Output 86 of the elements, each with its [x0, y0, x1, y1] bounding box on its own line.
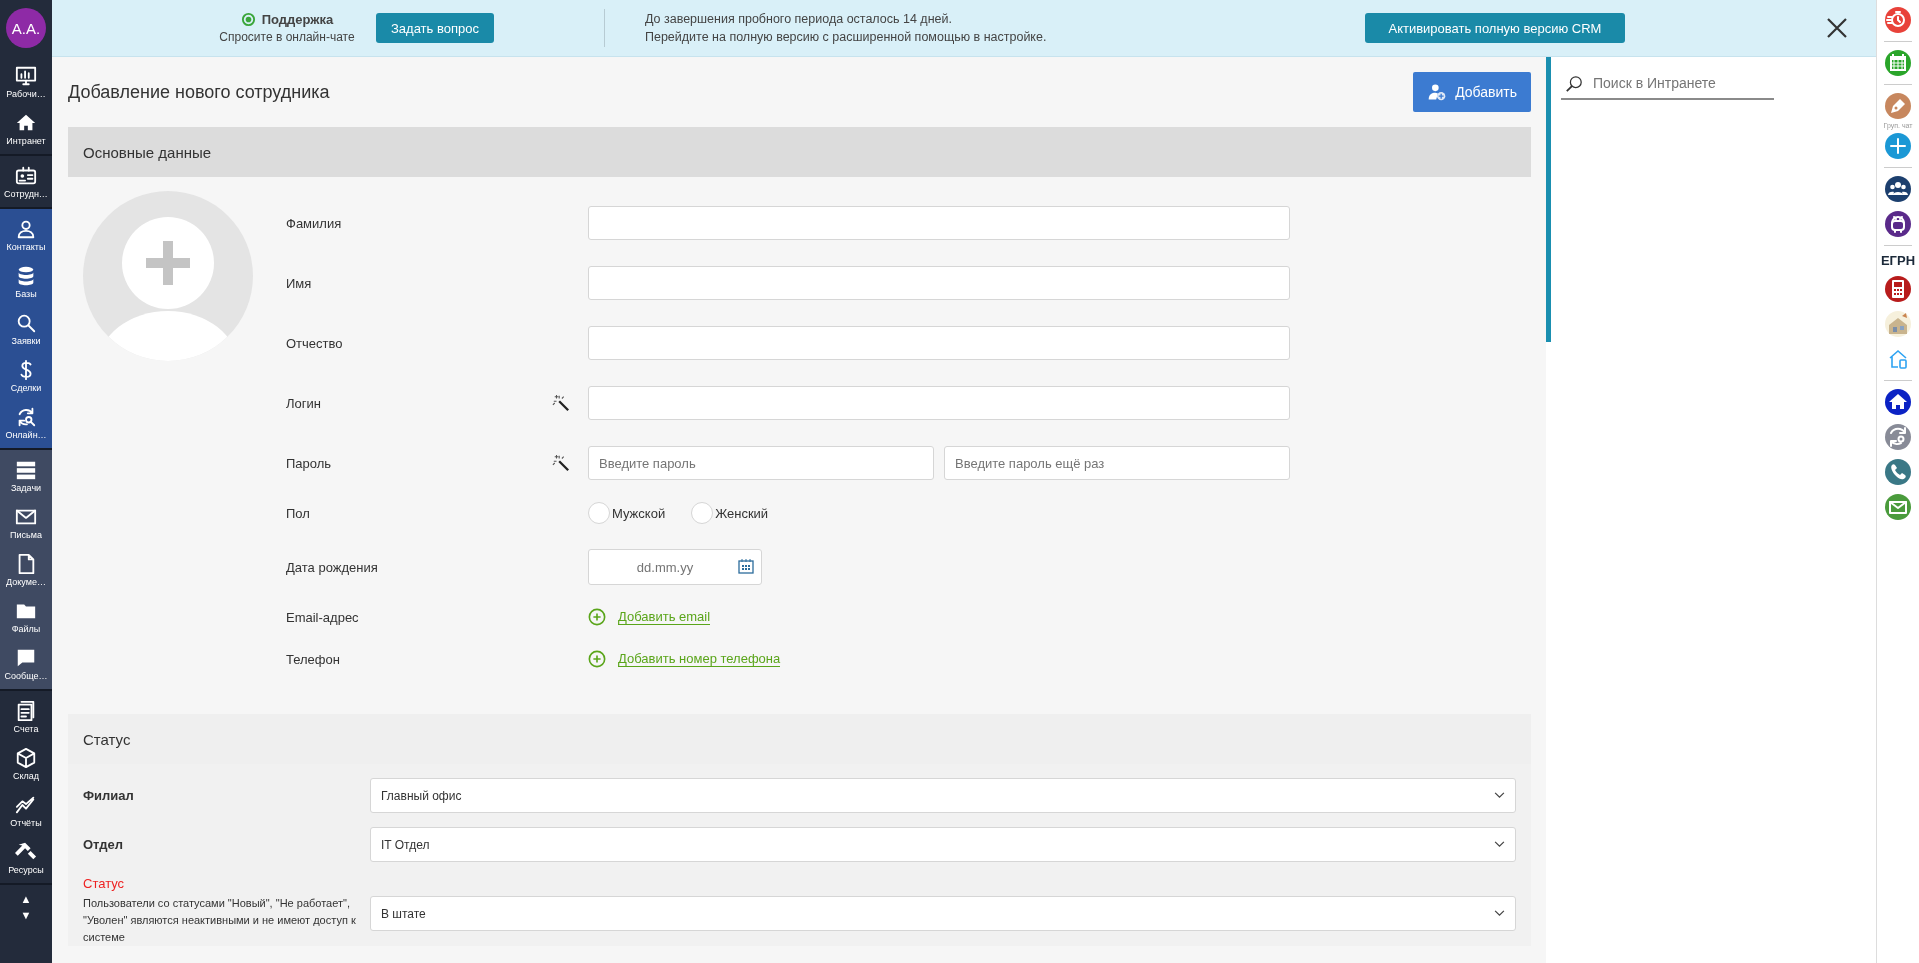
radio-button[interactable]: [691, 502, 714, 524]
nav-item[interactable]: Базы: [0, 258, 52, 305]
ask-question-button[interactable]: Задать вопрос: [376, 13, 494, 43]
field-label: Отдел: [83, 837, 125, 852]
nav-item[interactable]: Отчёты: [0, 787, 52, 834]
field-label: Дата рождения: [286, 559, 379, 575]
date-input[interactable]: dd.mm.yy: [588, 549, 762, 585]
add-user-icon: [1427, 82, 1448, 102]
nav-item[interactable]: Файлы: [0, 593, 52, 640]
mail-icon[interactable]: [1884, 493, 1912, 521]
calendar-icon[interactable]: [1884, 49, 1912, 77]
nav-item[interactable]: Счета: [0, 693, 52, 740]
home-icon[interactable]: [1884, 388, 1912, 416]
radio-label: Женский: [715, 505, 769, 521]
nav-item[interactable]: Сотрудн…: [0, 158, 52, 205]
text-input[interactable]: [588, 206, 1290, 240]
field-label: Фамилия: [286, 215, 343, 231]
field-label: Телефон: [286, 651, 341, 667]
chevron-down-icon: [1494, 841, 1505, 848]
plus-icon[interactable]: [1884, 132, 1912, 160]
text-input[interactable]: [588, 266, 1290, 300]
nav-item[interactable]: Докуме…: [0, 546, 52, 593]
field-label: Филиал: [83, 788, 135, 803]
nav-item[interactable]: Письма: [0, 499, 52, 546]
avatar-upload-placeholder[interactable]: [83, 191, 253, 361]
cube-icon: [15, 746, 37, 769]
field-label: Пол: [286, 505, 311, 521]
chevron-down-icon: [1494, 792, 1505, 799]
section-header: Основные данные: [68, 127, 1531, 177]
refresh-icon[interactable]: [1884, 423, 1912, 451]
nav-item[interactable]: Задачи: [0, 452, 52, 499]
nav-item[interactable]: Ресурсы: [0, 834, 52, 881]
dashboard-icon: [15, 64, 37, 87]
field-label: Логин: [286, 395, 322, 411]
nav-item[interactable]: Склад: [0, 740, 52, 787]
nav-item[interactable]: Сообще…: [0, 640, 52, 687]
radio-label: Мужской: [612, 505, 666, 521]
field-label: Имя: [286, 275, 313, 291]
user-avatar[interactable]: A.A.: [6, 8, 46, 48]
password-input[interactable]: Введите пароль: [588, 446, 934, 480]
add-button[interactable]: Добавить: [1413, 72, 1531, 112]
clipboard-icon: [15, 699, 37, 722]
pen-icon[interactable]: [1884, 92, 1912, 120]
nav-item[interactable]: Сделки: [0, 352, 52, 399]
id-card-icon: [15, 164, 37, 187]
support-subtitle: Спросите в онлайн-чате: [219, 30, 355, 44]
support-title: Поддержка: [261, 12, 334, 27]
add-circle-icon[interactable]: [588, 650, 606, 668]
phone-icon[interactable]: [1884, 458, 1912, 486]
nav-item[interactable]: Заявки: [0, 305, 52, 352]
calendar-icon[interactable]: [738, 558, 754, 574]
field-label: Email-адрес: [286, 609, 360, 625]
trial-message: Перейдите на полную версию с расширенной помощью в настройке.: [644, 30, 1048, 44]
stopwatch-icon[interactable]: [1884, 6, 1912, 34]
select-field[interactable]: IT Отдел: [370, 827, 1516, 862]
registry-link[interactable]: ЕГРН: [1880, 253, 1916, 268]
scrollbar-thumb[interactable]: [1546, 57, 1551, 342]
nav-item[interactable]: Контакты: [0, 211, 52, 258]
trial-message: До завершения пробного периода осталось 14 дней.: [644, 12, 953, 26]
scroll-down-button[interactable]: ▼: [20, 907, 32, 923]
nav-item[interactable]: Рабочи…: [0, 58, 52, 105]
page-title: Добавление нового сотрудника: [68, 81, 330, 103]
phone-book-icon[interactable]: [1884, 275, 1912, 303]
field-label: Отчество: [286, 335, 344, 351]
chevron-down-icon: [1494, 910, 1505, 917]
text-input[interactable]: [588, 386, 1290, 420]
select-field[interactable]: Главный офис: [370, 778, 1516, 813]
activate-crm-button[interactable]: Активировать полную версию CRM: [1364, 13, 1625, 43]
nav-item[interactable]: Интранет: [0, 105, 52, 152]
house-icon[interactable]: [1884, 310, 1912, 338]
select-field[interactable]: В штате: [370, 896, 1516, 931]
field-label: Пароль: [286, 455, 333, 471]
scroll-up-button[interactable]: ▲: [20, 891, 32, 907]
close-icon[interactable]: [1824, 16, 1849, 40]
add-circle-icon[interactable]: [588, 608, 606, 626]
password-input[interactable]: Введите пароль ещё раз: [944, 446, 1290, 480]
online-status-icon: [240, 12, 256, 27]
text-input[interactable]: [588, 326, 1290, 360]
magic-wand-icon[interactable]: [552, 394, 570, 412]
people-icon[interactable]: [1884, 175, 1912, 203]
field-note: Пользователи со статусами "Новый", "Не работает", "Уволен" являются неактивными и не имеют доступ к системе: [83, 896, 357, 945]
magic-wand-icon[interactable]: [552, 454, 570, 472]
field-label: Статус: [83, 876, 126, 891]
nav-item[interactable]: Онлайн…: [0, 399, 52, 446]
robot-icon[interactable]: [1884, 210, 1912, 238]
radio-button[interactable]: [588, 502, 610, 524]
